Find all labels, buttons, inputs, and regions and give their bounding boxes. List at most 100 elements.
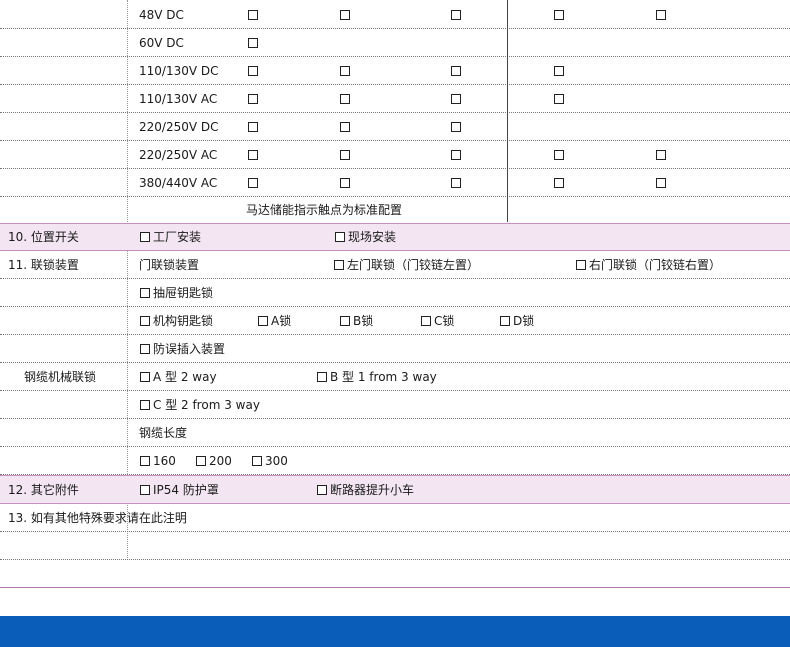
checkbox[interactable] [248, 94, 258, 104]
checkbox[interactable] [451, 94, 461, 104]
option-label: A 型 2 way [153, 370, 217, 384]
drawer-key-option[interactable]: 抽屉钥匙锁 [140, 286, 213, 300]
checkbox[interactable] [451, 66, 461, 76]
mech-key-option[interactable]: 机构钥匙锁 [140, 314, 213, 328]
checkbox[interactable] [140, 456, 150, 466]
checkbox[interactable] [451, 178, 461, 188]
checkbox[interactable] [317, 372, 327, 382]
footer-bar [0, 616, 790, 647]
anti-misinsert-row: 防误插入装置 [0, 335, 790, 363]
checkbox[interactable] [140, 485, 150, 495]
checkbox[interactable] [196, 456, 206, 466]
voltage-row-110-130v-ac: 110/130V AC [0, 85, 790, 113]
lock-a-option[interactable]: A锁 [258, 314, 291, 328]
table-divider [507, 0, 508, 222]
checkbox[interactable] [451, 150, 461, 160]
checkbox[interactable] [248, 66, 258, 76]
checkbox[interactable] [340, 178, 350, 188]
checkbox[interactable] [340, 66, 350, 76]
checkbox[interactable] [248, 122, 258, 132]
voltage-row-380-440v-ac: 380/440V AC [0, 169, 790, 197]
checkbox[interactable] [340, 122, 350, 132]
option-label: 左门联锁（门铰链左置） [347, 258, 480, 272]
section-label: 12. 其它附件 [8, 483, 79, 497]
voltage-label: 60V DC [139, 36, 184, 50]
checkbox[interactable] [340, 10, 350, 20]
option-label: 300 [265, 454, 288, 468]
checkbox[interactable] [140, 288, 150, 298]
option-label: 防误插入装置 [153, 342, 226, 356]
checkbox[interactable] [656, 178, 666, 188]
section-label: 11. 联锁装置 [8, 258, 79, 272]
checkbox[interactable] [500, 316, 510, 326]
checkbox[interactable] [140, 344, 150, 354]
factory-install-option[interactable]: 工厂安装 [140, 230, 201, 244]
checkbox[interactable] [248, 10, 258, 20]
checkbox[interactable] [554, 66, 564, 76]
site-install-option[interactable]: 现场安装 [335, 230, 396, 244]
checkbox[interactable] [554, 94, 564, 104]
option-label: 断路器提升小车 [330, 483, 415, 497]
checkbox[interactable] [258, 316, 268, 326]
length-300-option[interactable]: 300 [252, 454, 288, 468]
cable-length-label: 钢缆长度 [139, 426, 188, 440]
checkbox[interactable] [421, 316, 431, 326]
section-label: 10. 位置开关 [8, 230, 79, 244]
checkbox[interactable] [140, 400, 150, 410]
special-input-row[interactable] [0, 560, 790, 587]
lock-c-option[interactable]: C锁 [421, 314, 454, 328]
checkbox[interactable] [252, 456, 262, 466]
type-a-option[interactable]: A 型 2 way [140, 370, 217, 384]
checkbox[interactable] [656, 10, 666, 20]
checkbox[interactable] [248, 150, 258, 160]
lock-d-option[interactable]: D锁 [500, 314, 534, 328]
right-door-option[interactable]: 右门联锁（门铰链右置） [576, 258, 721, 272]
checkbox[interactable] [317, 485, 327, 495]
length-160-option[interactable]: 160 [140, 454, 176, 468]
checkbox[interactable] [340, 94, 350, 104]
special-input-row[interactable] [0, 532, 790, 560]
checkbox[interactable] [140, 316, 150, 326]
anti-misinsert-option[interactable]: 防误插入装置 [140, 342, 225, 356]
checkbox[interactable] [576, 260, 586, 270]
option-label: 抽屉钥匙锁 [153, 286, 214, 300]
option-label: 右门联锁（门铰链右置） [589, 258, 722, 272]
option-label: A锁 [271, 314, 292, 328]
checkbox[interactable] [554, 178, 564, 188]
checkbox[interactable] [248, 178, 258, 188]
door-interlock-label: 门联锁装置 [139, 258, 200, 272]
checkbox[interactable] [140, 232, 150, 242]
checkbox[interactable] [335, 232, 345, 242]
checkbox[interactable] [140, 372, 150, 382]
checkbox[interactable] [451, 122, 461, 132]
option-label: 机构钥匙锁 [153, 314, 214, 328]
voltage-label: 220/250V AC [139, 148, 218, 162]
type-c-option[interactable]: C 型 2 from 3 way [140, 398, 260, 412]
option-label: C 型 2 from 3 way [153, 398, 260, 412]
voltage-row-60v-dc: 60V DC [0, 29, 790, 57]
cable-length-label-row: 钢缆长度 [0, 419, 790, 447]
motor-note: 马达储能指示触点为标准配置 [246, 203, 403, 217]
checkbox[interactable] [451, 10, 461, 20]
checkbox[interactable] [554, 150, 564, 160]
checkbox[interactable] [334, 260, 344, 270]
checkbox[interactable] [554, 10, 564, 20]
drawer-key-row: 抽屉钥匙锁 [0, 279, 790, 307]
voltage-label: 220/250V DC [139, 120, 219, 134]
ip54-option[interactable]: IP54 防护罩 [140, 483, 219, 497]
option-label: D锁 [513, 314, 535, 328]
voltage-row-48v-dc: 48V DC [0, 0, 790, 29]
left-door-option[interactable]: 左门联锁（门铰链左置） [334, 258, 479, 272]
checkbox[interactable] [340, 316, 350, 326]
mech-key-row: 机构钥匙锁 A锁 B锁 C锁 D锁 [0, 307, 790, 335]
lock-b-option[interactable]: B锁 [340, 314, 373, 328]
checkbox[interactable] [656, 150, 666, 160]
position-switch-row: 10. 位置开关 工厂安装 现场安装 [0, 223, 790, 251]
option-label: C锁 [434, 314, 455, 328]
section-label: 钢缆机械联锁 [24, 370, 97, 384]
type-b-option[interactable]: B 型 1 from 3 way [317, 370, 437, 384]
checkbox[interactable] [340, 150, 350, 160]
length-200-option[interactable]: 200 [196, 454, 232, 468]
checkbox[interactable] [248, 38, 258, 48]
lift-trolley-option[interactable]: 断路器提升小车 [317, 483, 414, 497]
